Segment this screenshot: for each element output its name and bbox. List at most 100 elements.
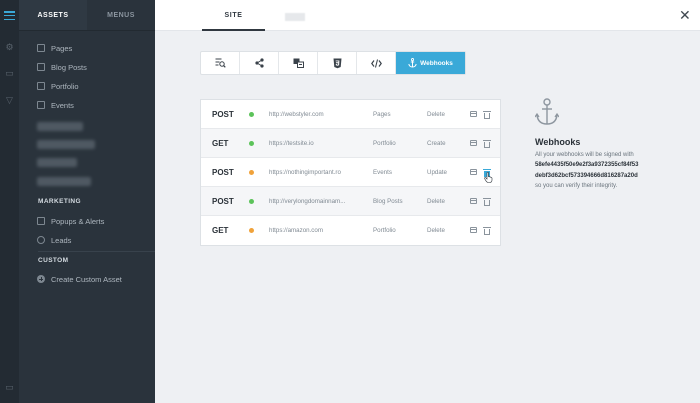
event-type: Delete (427, 111, 445, 118)
top-bar: SITE ✕ (155, 0, 700, 31)
tab-menus[interactable]: MENUS (87, 0, 155, 30)
sidebar-item-label: Pages (51, 43, 73, 53)
table-row[interactable]: GET https://testsite.io Portfolio Create (201, 129, 500, 158)
portfolio-icon (37, 82, 45, 90)
anchor-icon (534, 98, 560, 125)
webhook-url: https://nothingimportant.ro (269, 169, 341, 176)
signing-key: debf3d62bcf573394666d816287a20d (535, 172, 638, 179)
tab-site[interactable]: SITE (202, 0, 265, 31)
table-row[interactable]: POST http://webstyler.com Pages Delete (201, 100, 500, 129)
blurred-item[interactable] (37, 140, 95, 149)
edit-icon[interactable] (470, 198, 477, 204)
seo-button[interactable] (201, 52, 240, 74)
edit-icon[interactable] (470, 227, 477, 233)
method-label: GET (212, 226, 229, 235)
webhook-url: http://verylongdomainnam... (269, 198, 346, 205)
hand-cursor-icon (484, 172, 493, 183)
blog-icon (37, 63, 45, 71)
edit-icon[interactable] (470, 140, 477, 146)
divider (38, 251, 155, 252)
status-dot (249, 228, 254, 233)
app-rail: ⚙ ▭ ▽ ▭ (0, 0, 19, 403)
asset-type: Blog Posts (373, 198, 403, 205)
filter-icon[interactable]: ▽ (5, 96, 14, 105)
close-icon[interactable]: ✕ (679, 8, 691, 22)
signing-key: 58efe4435f50e9e2f3a9372355cf84f53 (535, 162, 639, 168)
leads-icon (37, 236, 45, 244)
trash-icon[interactable] (483, 140, 491, 148)
tab-assets[interactable]: ASSETS (19, 0, 87, 30)
css-button[interactable] (318, 52, 357, 74)
sidebar-item-blog-posts[interactable]: Blog Posts (37, 61, 87, 73)
create-custom-asset-button[interactable]: Create Custom Asset (37, 273, 122, 285)
sidebar: ASSETS MENUS Pages Blog Posts Portfolio … (19, 0, 155, 403)
webhooks-table: POST http://webstyler.com Pages Delete G… (200, 99, 501, 246)
method-label: POST (212, 110, 234, 119)
settings-icon[interactable]: ⚙ (5, 43, 14, 52)
search-doc-icon (215, 58, 226, 68)
monitor-icon[interactable]: ▭ (5, 383, 14, 392)
share-icon (254, 58, 264, 68)
page-icon (37, 44, 45, 52)
event-type: Create (427, 140, 446, 147)
sidebar-item-leads[interactable]: Leads (37, 234, 71, 246)
layers-icon[interactable]: ▭ (5, 69, 14, 78)
webhooks-button[interactable]: Webhooks (396, 52, 465, 74)
popup-icon (37, 217, 45, 225)
edit-icon[interactable] (470, 111, 477, 117)
sidebar-item-label: Create Custom Asset (51, 274, 122, 284)
main-content: SITE ✕ Webhooks POST http://webstyler.co… (155, 0, 700, 403)
info-line: All your webhooks will be signed with (535, 152, 634, 158)
status-dot (249, 199, 254, 204)
settings-toolbar: Webhooks (200, 51, 466, 75)
translate-icon (293, 58, 304, 68)
asset-type: Portfolio (373, 140, 396, 147)
translate-button[interactable] (279, 52, 318, 74)
webhooks-info-panel: Webhooks All your webhooks will be signe… (534, 98, 685, 191)
trash-icon[interactable] (483, 111, 491, 119)
table-row[interactable]: POST http://verylongdomainnam... Blog Po… (201, 187, 500, 216)
section-heading-marketing: MARKETING (38, 198, 81, 205)
blurred-item[interactable] (37, 158, 77, 167)
table-row[interactable]: POST https://nothingimportant.ro Events … (201, 158, 500, 187)
code-button[interactable] (357, 52, 396, 74)
section-heading-custom: CUSTOM (38, 257, 69, 264)
method-label: POST (212, 168, 234, 177)
event-type: Delete (427, 227, 445, 234)
trash-icon[interactable] (483, 198, 491, 206)
code-icon (370, 58, 382, 68)
blurred-item[interactable] (37, 122, 83, 131)
webhooks-button-label: Webhooks (420, 59, 453, 67)
info-description: All your webhooks will be signed with 58… (535, 150, 685, 191)
webhook-url: http://webstyler.com (269, 111, 324, 118)
sidebar-item-label: Blog Posts (51, 62, 87, 72)
status-dot (249, 170, 254, 175)
info-title: Webhooks (535, 137, 581, 147)
status-dot (249, 141, 254, 146)
edit-icon[interactable] (470, 169, 477, 175)
webhook-url: https://testsite.io (269, 140, 314, 147)
sidebar-item-pages[interactable]: Pages (37, 42, 72, 54)
trash-icon[interactable] (483, 227, 491, 235)
asset-type: Pages (373, 111, 391, 118)
asset-type: Portfolio (373, 227, 396, 234)
sidebar-item-label: Portfolio (51, 81, 79, 91)
method-label: POST (212, 197, 234, 206)
sidebar-item-popups-alerts[interactable]: Popups & Alerts (37, 215, 104, 227)
anchor-icon (408, 58, 417, 68)
share-button[interactable] (240, 52, 279, 74)
blurred-tab[interactable] (285, 13, 305, 21)
sidebar-item-label: Events (51, 100, 74, 110)
sidebar-tabs: ASSETS MENUS (19, 0, 155, 31)
webhook-url: https://amazon.com (269, 227, 323, 234)
blurred-item[interactable] (37, 177, 91, 186)
sidebar-item-label: Popups & Alerts (51, 216, 105, 226)
sidebar-item-portfolio[interactable]: Portfolio (37, 80, 79, 92)
menu-icon[interactable] (4, 11, 15, 21)
event-type: Delete (427, 198, 445, 205)
sidebar-item-events[interactable]: Events (37, 99, 74, 111)
status-dot (249, 112, 254, 117)
asset-type: Events (373, 169, 392, 176)
css3-icon (333, 58, 341, 68)
table-row[interactable]: GET https://amazon.com Portfolio Delete (201, 216, 500, 245)
